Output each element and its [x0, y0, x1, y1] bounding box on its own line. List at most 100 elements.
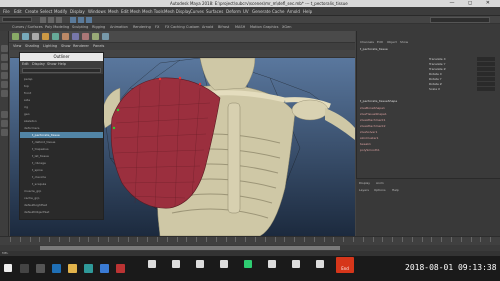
input-node-item[interactable]: zivaAttachment2: [360, 124, 386, 129]
zoom-button[interactable]: Remote Control: [308, 257, 332, 279]
shelf-tab[interactable]: MASH: [235, 24, 245, 31]
viewport-menu-shading[interactable]: Shading: [25, 43, 39, 50]
menu-windows[interactable]: Windows: [88, 7, 106, 16]
zoom-button[interactable]: Polls: [212, 257, 236, 279]
input-node-item[interactable]: zivaBoneShape1: [360, 106, 385, 111]
menu-uv[interactable]: UV: [243, 7, 249, 16]
outliner-layout-icon[interactable]: [1, 129, 8, 136]
shelf-tab[interactable]: Animation: [110, 24, 128, 31]
menu-display[interactable]: Display: [70, 7, 85, 16]
input-node-item[interactable]: tweak1: [360, 142, 371, 147]
menu-surfaces[interactable]: Surfaces: [206, 7, 223, 16]
outliner-row[interactable]: t_spine: [20, 167, 103, 173]
channel-attribute-value[interactable]: [477, 67, 495, 71]
viewport-menu-view[interactable]: View: [13, 43, 21, 50]
shelf-tab[interactable]: Motion Graphics: [250, 24, 278, 31]
attachment-point[interactable]: [158, 77, 162, 81]
zoom-button[interactable]: Manage Participants: [188, 257, 212, 279]
shelf-tab[interactable]: Poly Modeling: [45, 24, 69, 31]
outliner-row[interactable]: t_scapula: [20, 181, 103, 187]
menu-mesh-tools[interactable]: Mesh Tools: [142, 7, 164, 16]
task-view-icon[interactable]: [36, 264, 45, 273]
outliner-row[interactable]: defaultObjectSet: [20, 209, 103, 215]
outliner-row[interactable]: rig: [20, 104, 103, 110]
outliner-row[interactable]: deformers: [20, 125, 103, 131]
outliner-row[interactable]: top: [20, 83, 103, 89]
outliner-menu-help[interactable]: Help: [58, 61, 66, 68]
skin-bind-icon[interactable]: [62, 33, 69, 40]
menu-deform[interactable]: Deform: [226, 7, 241, 16]
outliner-row[interactable]: persp: [20, 76, 103, 82]
menu-edit[interactable]: Edit: [14, 7, 22, 16]
ik-handle-icon[interactable]: [52, 33, 59, 40]
outliner-row[interactable]: muscle_grp: [20, 188, 103, 194]
zoom-button[interactable]: Stop Video: [164, 257, 188, 279]
input-node-item[interactable]: skinCluster1: [360, 136, 379, 141]
open-scene-icon[interactable]: [48, 17, 54, 23]
outliner-title[interactable]: Outliner: [20, 53, 103, 61]
outliner-row[interactable]: t_trapezius: [20, 146, 103, 152]
shelf-tab[interactable]: Custom: [186, 24, 199, 31]
browser-icon[interactable]: [52, 264, 61, 273]
layer-menu-help[interactable]: Help: [392, 188, 399, 192]
menu-modify[interactable]: Modify: [54, 7, 67, 16]
menu-mesh[interactable]: Mesh: [108, 7, 119, 16]
shelf-tab[interactable]: FX: [155, 24, 159, 31]
menu-file[interactable]: File: [3, 7, 10, 16]
attachment-point[interactable]: [198, 82, 202, 86]
attachment-point[interactable]: [112, 126, 116, 130]
menu-select[interactable]: Select: [40, 7, 52, 16]
app-icon[interactable]: [116, 264, 125, 273]
lattice-icon[interactable]: [82, 33, 89, 40]
poly-cube-icon[interactable]: [32, 33, 39, 40]
menu-create[interactable]: Create: [25, 7, 38, 16]
menu-generate[interactable]: Generate: [252, 7, 271, 16]
menu-edit-mesh[interactable]: Edit Mesh: [121, 7, 141, 16]
zoom-icon[interactable]: [100, 264, 109, 273]
attachment-point[interactable]: [116, 108, 120, 112]
cluster-icon[interactable]: [72, 33, 79, 40]
outliner-list[interactable]: persp top front side rig geo skeleton deformers…: [20, 74, 103, 219]
channel-attribute-value[interactable]: [477, 62, 495, 66]
outliner-row[interactable]: front: [20, 90, 103, 96]
outliner-row[interactable]: cache_grp: [20, 195, 103, 201]
shelf-tab[interactable]: Rendering: [133, 24, 151, 31]
time-slider[interactable]: [0, 236, 500, 245]
window-controls[interactable]: — ◻ ✕: [449, 0, 496, 7]
lasso-tool-icon[interactable]: [1, 54, 8, 61]
shelf-tab[interactable]: Curves / Surfaces: [12, 24, 43, 31]
windows-start-icon[interactable]: [4, 264, 12, 272]
layer-tab-anim[interactable]: Anim: [376, 181, 384, 185]
single-view-icon[interactable]: [1, 111, 8, 118]
input-node-item[interactable]: polySmooth1: [360, 148, 380, 153]
channel-attribute-value[interactable]: [477, 57, 495, 61]
outliner-menu-show[interactable]: Show: [47, 61, 56, 68]
channel-attribute-value[interactable]: [477, 82, 495, 86]
outliner-menu-edit[interactable]: Edit: [22, 61, 29, 68]
paint-select-icon[interactable]: [1, 63, 8, 70]
shelf-tab[interactable]: Rigging: [92, 24, 105, 31]
viewport-menu-renderer[interactable]: Renderer: [73, 43, 89, 50]
viewport-menu-show[interactable]: Show: [61, 43, 70, 50]
input-node-item[interactable]: zivaSolver1: [360, 130, 377, 135]
outliner-search-input[interactable]: [22, 68, 101, 73]
menu-arnold[interactable]: Arnold: [287, 7, 300, 16]
input-node-item[interactable]: zivaAttachment1: [360, 118, 386, 123]
nurbs-sphere-icon[interactable]: [22, 33, 29, 40]
outliner-row[interactable]: t_pectoralis_tissue: [20, 132, 103, 138]
blend-shape-icon[interactable]: [102, 33, 109, 40]
menu-help[interactable]: Help: [303, 7, 312, 16]
wrap-icon[interactable]: [92, 33, 99, 40]
outliner-menu-display[interactable]: Display: [32, 61, 45, 68]
quick-search-field[interactable]: [430, 17, 490, 23]
channel-attribute-value[interactable]: [477, 77, 495, 81]
outliner-row[interactable]: t_lat_tissue: [20, 153, 103, 159]
outliner-row[interactable]: t_clavicle: [20, 174, 103, 180]
input-node-item[interactable]: zivaTissueShape1: [360, 112, 387, 117]
viewport-menu-panels[interactable]: Panels: [93, 43, 104, 50]
shelf-tab[interactable]: Bifrost: [218, 24, 229, 31]
shelf-tab[interactable]: XGen: [282, 24, 291, 31]
shelf-tab[interactable]: Sculpting: [72, 24, 88, 31]
outliner-row[interactable]: t_ribcage: [20, 160, 103, 166]
menu-cache[interactable]: Cache: [272, 7, 284, 16]
